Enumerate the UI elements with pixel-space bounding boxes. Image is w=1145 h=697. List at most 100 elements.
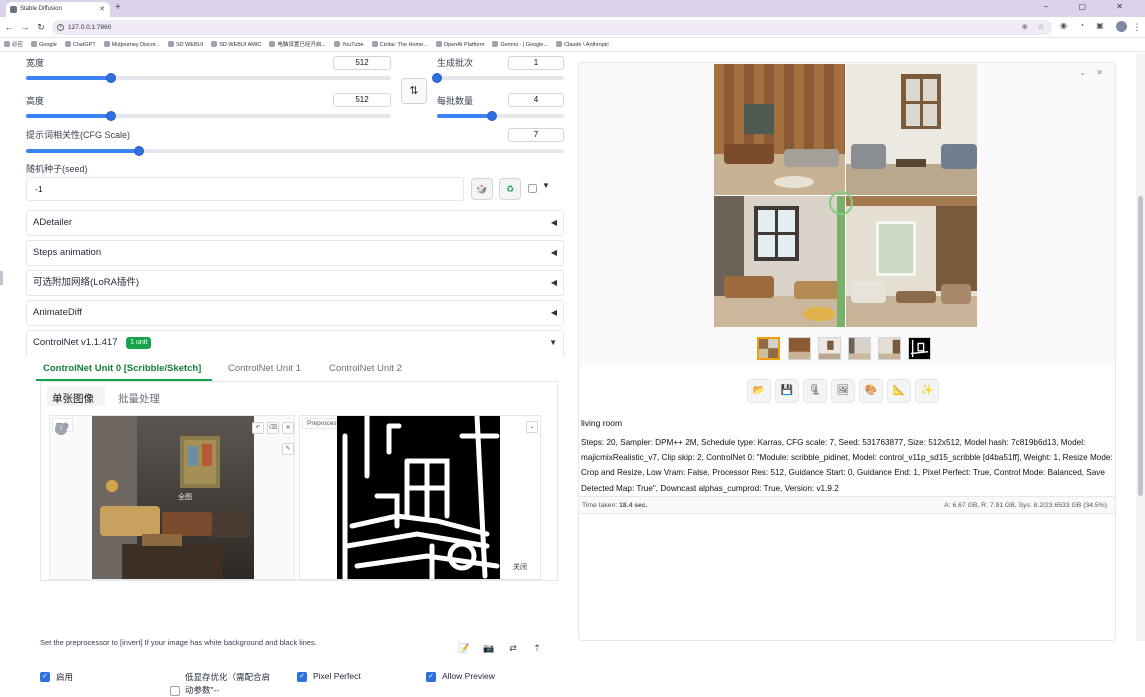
tab-close-icon[interactable]: ✕ [99, 2, 105, 17]
width-slider-thumb[interactable] [106, 73, 117, 83]
random-seed-dice-icon[interactable]: 🎲 [471, 178, 493, 200]
bookmark-item[interactable]: Civitai: The Home... [371, 38, 428, 52]
brush-icon[interactable]: ✎ [282, 443, 294, 455]
tab-controlnet-unit-0[interactable]: ControlNet Unit 0 [Scribble/Sketch] [43, 363, 201, 374]
batch-count-slider[interactable] [432, 73, 564, 83]
send-to-inpaint-icon[interactable]: 🎨 [859, 379, 883, 403]
bookmark-item[interactable]: YouTube [333, 38, 364, 52]
bookmark-item[interactable]: Midjourney Discor... [103, 38, 160, 52]
cfg-slider-thumb[interactable] [133, 146, 144, 156]
accordion-animatediff[interactable]: AnimateDiff ◀ [26, 300, 564, 326]
tab-batch[interactable]: 批量处理 [118, 391, 160, 406]
side-handle[interactable] [0, 271, 3, 285]
gallery-close-controls[interactable]: ⌄ ✕ [1079, 68, 1107, 77]
url-input[interactable]: i 127.0.0.1:7860 ⊕ ☆ [52, 20, 1052, 35]
open-folder-icon[interactable]: 📂 [747, 379, 771, 403]
cfg-slider-fill [26, 149, 139, 153]
zip-icon[interactable]: 🗜 [803, 379, 827, 403]
bookmark-item[interactable]: Google [31, 38, 57, 52]
thumbnail-1[interactable] [788, 337, 811, 360]
upload-arrow-icon[interactable]: ⇡ [529, 640, 545, 656]
accordion-controlnet[interactable]: ControlNet v1.1.417 1 unit ▼ [26, 330, 564, 356]
close-preview-button[interactable]: 关闭 [513, 562, 527, 572]
allow-preview-label: Allow Preview [442, 671, 495, 681]
tab-controlnet-unit-1[interactable]: ControlNet Unit 1 [228, 363, 301, 374]
vram-usage: A: 6.67 GB, R: 7.91 GB, Sys: 8.2/23.6533… [944, 502, 1107, 509]
scrollbar-thumb[interactable] [1138, 196, 1143, 496]
batch-size-slider-thumb[interactable] [486, 111, 497, 121]
width-slider[interactable] [26, 73, 391, 83]
camera-icon[interactable]: 📷 [481, 640, 497, 656]
info-icon[interactable]: i [55, 423, 67, 435]
site-info-icon[interactable]: i [57, 24, 64, 31]
bookmark-item[interactable]: SD WEBUI AMIC [211, 38, 261, 52]
bookmark-star-icon[interactable]: ⊕ ☆ [1022, 20, 1048, 35]
enable-checkbox[interactable]: ✓ [40, 672, 50, 682]
thumbnail-4[interactable] [878, 337, 901, 360]
output-image-3[interactable] [714, 196, 845, 327]
download-preview-icon[interactable]: ⌄ [526, 421, 538, 433]
accordion-adetailer[interactable]: ADetailer ◀ [26, 210, 564, 236]
reuse-seed-recycle-icon[interactable]: ♻ [499, 178, 521, 200]
accordion-steps-animation[interactable]: Steps animation ◀ [26, 240, 564, 266]
tab-single-image[interactable]: 单张图像 [52, 391, 94, 406]
profile-avatar[interactable] [1116, 21, 1127, 32]
seed-extra-checkbox[interactable] [528, 184, 537, 193]
browser-tabstrip: Stable Diffusion ✕ + – ▢ ✕ [0, 0, 1145, 17]
batch-size-slider[interactable] [437, 111, 564, 121]
reload-icon[interactable]: ↻ [36, 21, 46, 33]
browser-tab[interactable]: Stable Diffusion ✕ [6, 2, 110, 17]
width-input[interactable]: 512 [333, 56, 391, 70]
seed-extra-caret-icon[interactable]: ▼ [542, 181, 550, 190]
batch-size-input[interactable]: 4 [508, 93, 564, 107]
bookmark-item[interactable]: OpenAI Platform [435, 38, 484, 52]
seed-input[interactable]: -1 [26, 177, 464, 201]
bookmark-item[interactable]: ChatGPT [64, 38, 96, 52]
page-scrollbar[interactable] [1136, 53, 1145, 641]
low-vram-checkbox[interactable] [170, 686, 180, 696]
back-icon[interactable]: ← [4, 21, 14, 33]
accordion-lora[interactable]: 可选附加网络(LoRA插件) ◀ [26, 270, 564, 296]
clear-icon[interactable]: ⌫ [267, 422, 279, 434]
cfg-slider[interactable] [26, 146, 564, 156]
window-controls[interactable]: – ▢ ✕ [1044, 2, 1137, 11]
swap-dimensions-button[interactable]: ⇅ [401, 78, 427, 104]
thumbnail-2[interactable] [818, 337, 841, 360]
swap-icon[interactable]: ⇄ [505, 640, 521, 656]
tab-controlnet-unit-2[interactable]: ControlNet Unit 2 [329, 363, 402, 374]
output-image-4[interactable] [846, 196, 977, 327]
send-to-img2img-icon[interactable]: 🖼 [831, 379, 855, 403]
output-image-1[interactable] [714, 64, 845, 195]
close-image-icon[interactable]: ✕ [282, 422, 294, 434]
pixel-perfect-checkbox[interactable]: ✓ [297, 672, 307, 682]
batch-count-input[interactable]: 1 [508, 56, 564, 70]
output-image-grid[interactable] [714, 64, 977, 327]
bookmark-item[interactable]: Claude \ Anthropic [556, 38, 609, 52]
forward-icon[interactable]: → [20, 21, 30, 33]
height-input[interactable]: 512 [333, 93, 391, 107]
browser-menu-icon[interactable]: ⋮ [1132, 21, 1142, 33]
thumbnail-grid[interactable] [757, 337, 780, 360]
save-icon[interactable]: 💾 [775, 379, 799, 403]
batch-count-slider-thumb[interactable] [432, 73, 442, 83]
bookmark-item[interactable]: 必应 [4, 38, 23, 52]
batch-size-slider-fill [437, 114, 492, 118]
expand-caret-icon: ▼ [549, 338, 557, 347]
send-to-extras-icon[interactable]: 📐 [887, 379, 911, 403]
undo-icon[interactable]: ↶ [252, 422, 264, 434]
sparkle-icon[interactable]: ✨ [915, 379, 939, 403]
bookmark-item[interactable]: SD WEBUI [168, 38, 203, 52]
allow-preview-checkbox[interactable]: ✓ [426, 672, 436, 682]
cfg-input[interactable]: 7 [508, 128, 564, 142]
bookmark-item[interactable]: Gemini - | Google... [492, 38, 548, 52]
bookmark-label: ChatGPT [72, 42, 96, 48]
height-slider[interactable] [26, 111, 391, 121]
height-slider-thumb[interactable] [106, 111, 117, 121]
new-tab-button[interactable]: + [115, 2, 121, 14]
output-image-2[interactable] [846, 64, 977, 195]
thumbnail-scribble-map[interactable] [908, 337, 931, 360]
thumbnail-3[interactable] [848, 337, 871, 360]
bookmark-item[interactable]: 电脑设置已经开启... [269, 38, 326, 52]
controlnet-input-image-panel[interactable]: 图像 i [49, 415, 295, 580]
edit-icon[interactable]: 📝 [456, 640, 472, 656]
